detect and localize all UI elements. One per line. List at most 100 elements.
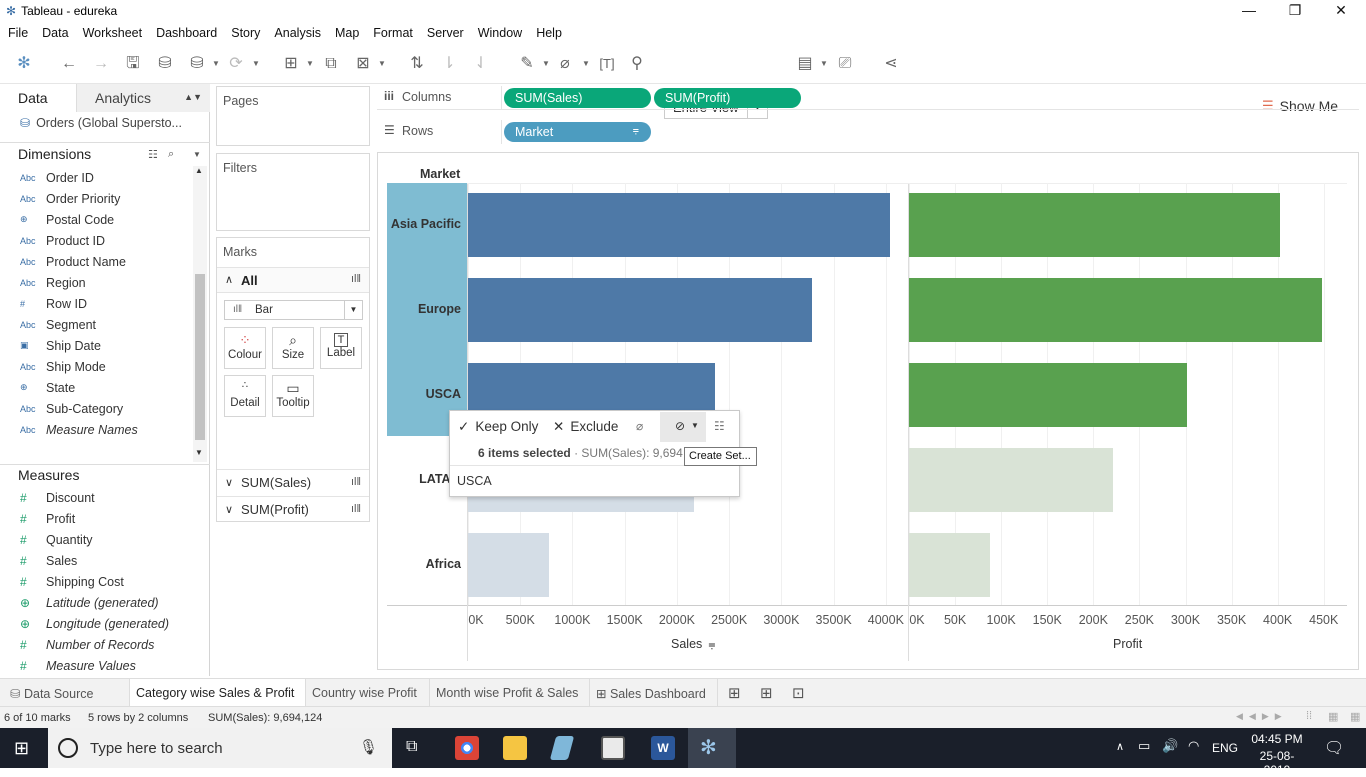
notifications-icon[interactable]: 🗨 — [1324, 738, 1344, 758]
dimension-field[interactable]: Abc Region — [0, 272, 195, 293]
bar-profit-europe[interactable] — [909, 278, 1322, 342]
file-explorer-icon[interactable] — [503, 736, 527, 760]
presentation-mode-icon[interactable]: ⎚ — [834, 54, 856, 74]
clock[interactable]: 04:45 PM 25-08-2019 — [1248, 732, 1306, 777]
bar-profit-asia-pacific[interactable] — [909, 193, 1280, 257]
dimension-field[interactable]: ⊕ Postal Code — [0, 209, 195, 230]
close-button[interactable]: ✕ — [1318, 2, 1364, 22]
pages-shelf[interactable]: Pages — [216, 86, 370, 146]
bar-sales-asia-pacific[interactable] — [468, 193, 891, 257]
battery-icon[interactable]: ▭ — [1138, 738, 1150, 754]
show-tabs-icon[interactable]: ▦ — [1328, 710, 1338, 723]
colour-button[interactable]: ⁘ Colour — [224, 327, 266, 369]
measure-field[interactable]: # Profit — [0, 508, 195, 529]
bar-profit-usca[interactable] — [909, 363, 1188, 427]
datasource-item[interactable]: ⛁ Orders (Global Supersto... — [20, 116, 205, 130]
menu-worksheet[interactable]: Worksheet — [83, 24, 143, 40]
dimension-field[interactable]: Abc Sub-Category — [0, 398, 195, 419]
keep-only-button[interactable]: ✓ Keep Only — [458, 419, 538, 435]
wifi-icon[interactable]: ◠ — [1188, 738, 1199, 754]
group-members-icon[interactable]: ⌀ — [554, 54, 576, 74]
menu-data[interactable]: Data — [42, 24, 68, 40]
sheet-navigation-icons[interactable]: ◀◀▶▶ — [1236, 711, 1288, 722]
marks-profit-row[interactable]: ∨ SUM(Profit) ıl‖ — [217, 496, 369, 522]
x-axis-title-sales[interactable]: Sales ⩦ — [671, 637, 716, 652]
bar-profit-africa[interactable] — [909, 533, 991, 597]
menu-server[interactable]: Server — [427, 24, 464, 40]
row-label-africa[interactable]: Africa — [387, 557, 467, 571]
marks-sales-row[interactable]: ∨ SUM(Sales) ıl‖ — [217, 469, 369, 495]
chrome-icon[interactable] — [455, 736, 479, 760]
pause-updates-icon[interactable]: ⛁ — [186, 54, 208, 74]
new-datasource-icon[interactable]: ⛁ — [154, 54, 176, 74]
refresh-caret-icon[interactable]: ▼ — [252, 54, 260, 74]
bar-profit-latam[interactable] — [909, 448, 1113, 512]
undo-icon[interactable]: ← — [58, 54, 80, 74]
row-label-europe[interactable]: Europe — [387, 302, 467, 316]
save-icon[interactable]: 🖫 — [122, 54, 144, 74]
tableau-taskbar-button[interactable]: ✻ — [688, 728, 736, 768]
new-worksheet-icon[interactable]: ⊞ — [280, 54, 302, 74]
detail-button[interactable]: ∴ Detail — [224, 375, 266, 417]
swap-rows-columns-icon[interactable]: ⇅ — [406, 54, 428, 74]
sort-descending-icon[interactable]: ⇃ — [470, 54, 492, 74]
dimension-field[interactable]: Abc Order Priority — [0, 188, 195, 209]
size-button[interactable]: ⌕ Size — [272, 327, 314, 369]
redo-icon[interactable]: → — [90, 54, 112, 74]
measure-field[interactable]: # Measure Values — [0, 655, 195, 676]
new-dashboard-icon[interactable]: ⊞ — [760, 684, 773, 702]
bar-sales-europe[interactable] — [468, 278, 812, 342]
new-worksheet-icon[interactable]: ⊞ — [728, 684, 741, 702]
task-view-icon[interactable]: ⧉ — [406, 738, 417, 756]
show-hidden-icons[interactable]: ∧ — [1116, 740, 1124, 753]
language-indicator[interactable]: ENG — [1212, 741, 1238, 755]
column-pill-sales[interactable]: SUM(Sales) — [504, 88, 651, 108]
clear-sheet-icon[interactable]: ⊠ — [352, 54, 374, 74]
view-data-icon[interactable]: ☷ — [148, 148, 158, 161]
measure-field[interactable]: # Shipping Cost — [0, 571, 195, 592]
marks-all-row[interactable]: ∧ All ıl‖ — [217, 267, 369, 293]
search-icon[interactable]: ⌕ — [168, 148, 174, 161]
bar-sales-africa[interactable] — [468, 533, 550, 597]
volume-icon[interactable]: 🔊 — [1162, 738, 1178, 754]
columns-shelf[interactable]: iii Columns SUM(Sales) SUM(Profit) — [377, 86, 1359, 110]
exclude-button[interactable]: ✕ Exclude — [553, 419, 618, 435]
row-label-usca[interactable]: USCA — [387, 387, 467, 401]
taskbar-search[interactable]: Type here to search 🎙 — [48, 728, 392, 768]
column-pill-profit[interactable]: SUM(Profit) — [654, 88, 801, 108]
measure-field[interactable]: ⊕ Longitude (generated) — [0, 613, 195, 634]
menu-format[interactable]: Format — [373, 24, 413, 40]
dimension-field[interactable]: Abc Product ID — [0, 230, 195, 251]
tab-sales-dashboard[interactable]: ⊞ Sales Dashboard — [590, 679, 718, 707]
view-data-icon[interactable]: ☷ — [714, 419, 725, 433]
refresh-icon[interactable]: ⟳ — [225, 54, 247, 74]
menu-analysis[interactable]: Analysis — [274, 24, 321, 40]
share-icon[interactable]: ⋖ — [880, 54, 902, 74]
dimension-field[interactable]: Abc Ship Mode — [0, 356, 195, 377]
menu-file[interactable]: File — [8, 24, 28, 40]
tableau-home-icon[interactable]: ✻ — [13, 54, 35, 74]
windows-start-icon[interactable]: ⊞ — [14, 738, 29, 759]
row-label-asia-pacific[interactable]: Asia Pacific — [387, 217, 467, 231]
dimension-field[interactable]: Abc Product Name — [0, 251, 195, 272]
clear-sheet-caret-icon[interactable]: ▼ — [378, 54, 386, 74]
tab-country-wise-profit[interactable]: Country wise Profit — [306, 679, 430, 707]
new-story-icon[interactable]: ⊡ — [792, 684, 805, 702]
tab-analytics[interactable]: Analytics ▲▼ — [76, 84, 210, 112]
measure-field[interactable]: # Sales — [0, 550, 195, 571]
show-cards-icon[interactable]: ▤ — [794, 54, 816, 74]
measure-field[interactable]: # Number of Records — [0, 634, 195, 655]
dimensions-scrollbar[interactable]: ▲ ▼ — [193, 166, 207, 462]
minimize-button[interactable]: — — [1226, 2, 1272, 22]
tab-data[interactable]: Data — [0, 84, 76, 112]
show-filmstrip-icon[interactable]: ⁞⁞ — [1306, 710, 1312, 722]
tab-category-wise-sales-profit[interactable]: Category wise Sales & Profit — [130, 679, 306, 707]
highlight-caret-icon[interactable]: ▼ — [542, 54, 550, 74]
row-pill-market[interactable]: Market ⩦ — [504, 122, 651, 142]
menu-window[interactable]: Window — [478, 24, 522, 40]
measure-field[interactable]: # Discount — [0, 487, 195, 508]
restore-button[interactable]: ❐ — [1272, 2, 1318, 22]
tooltip-button[interactable]: ▭ Tooltip — [272, 375, 314, 417]
measure-field[interactable]: # Quantity — [0, 529, 195, 550]
calculator-icon[interactable] — [601, 736, 625, 760]
